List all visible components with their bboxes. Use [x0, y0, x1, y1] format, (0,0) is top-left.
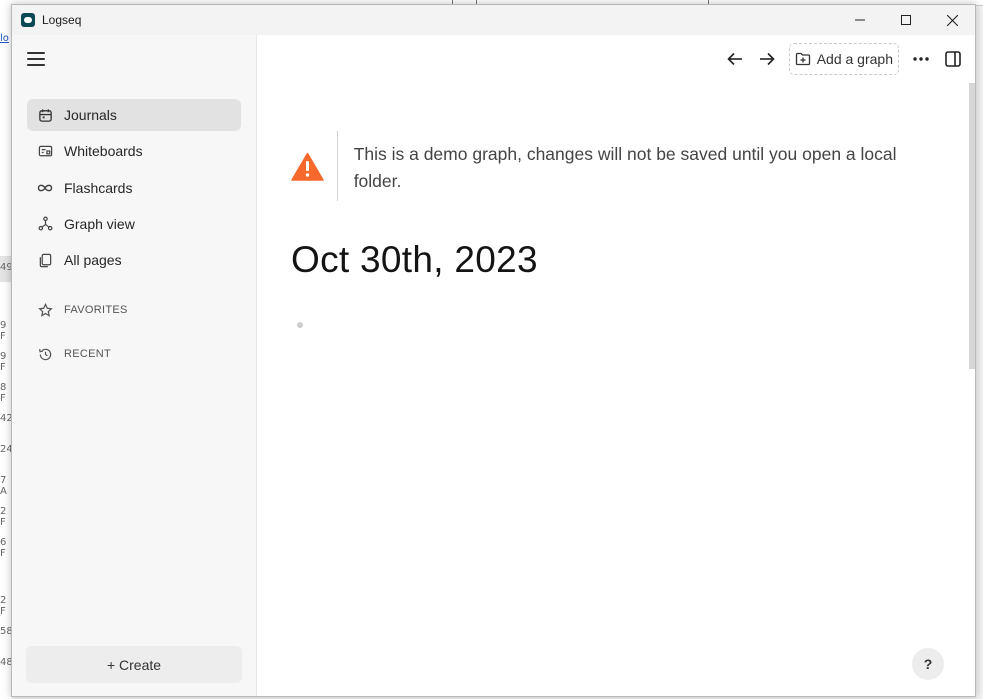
hamburger-icon[interactable]: [26, 51, 46, 67]
sidebar-item-label: Journals: [64, 107, 117, 123]
maximize-button[interactable]: [883, 5, 929, 35]
sidebar-item-whiteboards[interactable]: Whiteboards: [27, 135, 241, 167]
whiteboard-icon: [37, 143, 53, 159]
recent-section[interactable]: RECENT: [37, 346, 111, 362]
block-bullet[interactable]: [297, 322, 303, 328]
minimize-button[interactable]: [837, 5, 883, 35]
folder-plus-icon: [795, 52, 811, 66]
top-toolbar: Add a graph: [719, 43, 969, 75]
infinity-icon: [37, 180, 53, 196]
background-link-fragment: lo: [0, 33, 9, 44]
sidebar-nav: Journals Whiteboards Flashcards Graph vi…: [27, 99, 241, 280]
forward-button[interactable]: [751, 43, 783, 75]
sidebar-item-all-pages[interactable]: All pages: [27, 244, 241, 276]
arrow-left-icon: [727, 52, 742, 66]
sidebar-item-flashcards[interactable]: Flashcards: [27, 172, 241, 204]
sidebar-item-journals[interactable]: Journals: [27, 99, 241, 131]
recent-label: RECENT: [64, 348, 112, 360]
sidebar-item-label: All pages: [64, 252, 122, 269]
close-icon: [946, 14, 958, 26]
logseq-window: Logseq Journals Whiteboards Flashcards G…: [11, 4, 976, 697]
vertical-scrollbar[interactable]: [969, 83, 975, 369]
window-controls: [837, 5, 975, 35]
history-icon: [37, 346, 53, 362]
maximize-icon: [901, 15, 911, 25]
more-button[interactable]: [905, 43, 937, 75]
left-sidebar: Journals Whiteboards Flashcards Graph vi…: [12, 35, 257, 696]
main-content: Add a graph This is a demo graph, change…: [258, 35, 975, 696]
star-icon: [37, 302, 53, 318]
sidebar-item-label: Flashcards: [64, 179, 133, 196]
favorites-label: FAVORITES: [64, 304, 128, 316]
add-graph-label: Add a graph: [816, 51, 893, 67]
add-graph-button[interactable]: Add a graph: [788, 43, 899, 75]
toggle-right-sidebar-button[interactable]: [937, 43, 969, 75]
sidebar-toggle-icon: [945, 51, 961, 67]
notice-text: This is a demo graph, changes will not b…: [353, 144, 897, 191]
help-button[interactable]: ?: [912, 648, 944, 680]
more-horizontal-icon: [913, 57, 929, 61]
warning-icon: [291, 131, 337, 201]
journal-page-title[interactable]: Oct 30th, 2023: [291, 239, 538, 281]
minimize-icon: [855, 19, 865, 21]
sidebar-item-label: Graph view: [64, 215, 135, 232]
pages-icon: [37, 252, 53, 268]
back-button[interactable]: [719, 43, 751, 75]
create-button[interactable]: + Create: [26, 646, 242, 683]
close-button[interactable]: [929, 5, 975, 35]
logseq-logo-icon: [21, 13, 35, 27]
calendar-icon: [37, 107, 53, 123]
graph-icon: [37, 216, 53, 232]
favorites-section[interactable]: FAVORITES: [37, 302, 128, 318]
sidebar-item-graph-view[interactable]: Graph view: [27, 208, 241, 240]
demo-graph-notice: This is a demo graph, changes will not b…: [291, 131, 921, 201]
arrow-right-icon: [759, 52, 775, 66]
sidebar-item-label: Whiteboards: [64, 143, 143, 160]
title-bar[interactable]: Logseq: [12, 5, 975, 35]
window-title: Logseq: [42, 13, 82, 27]
